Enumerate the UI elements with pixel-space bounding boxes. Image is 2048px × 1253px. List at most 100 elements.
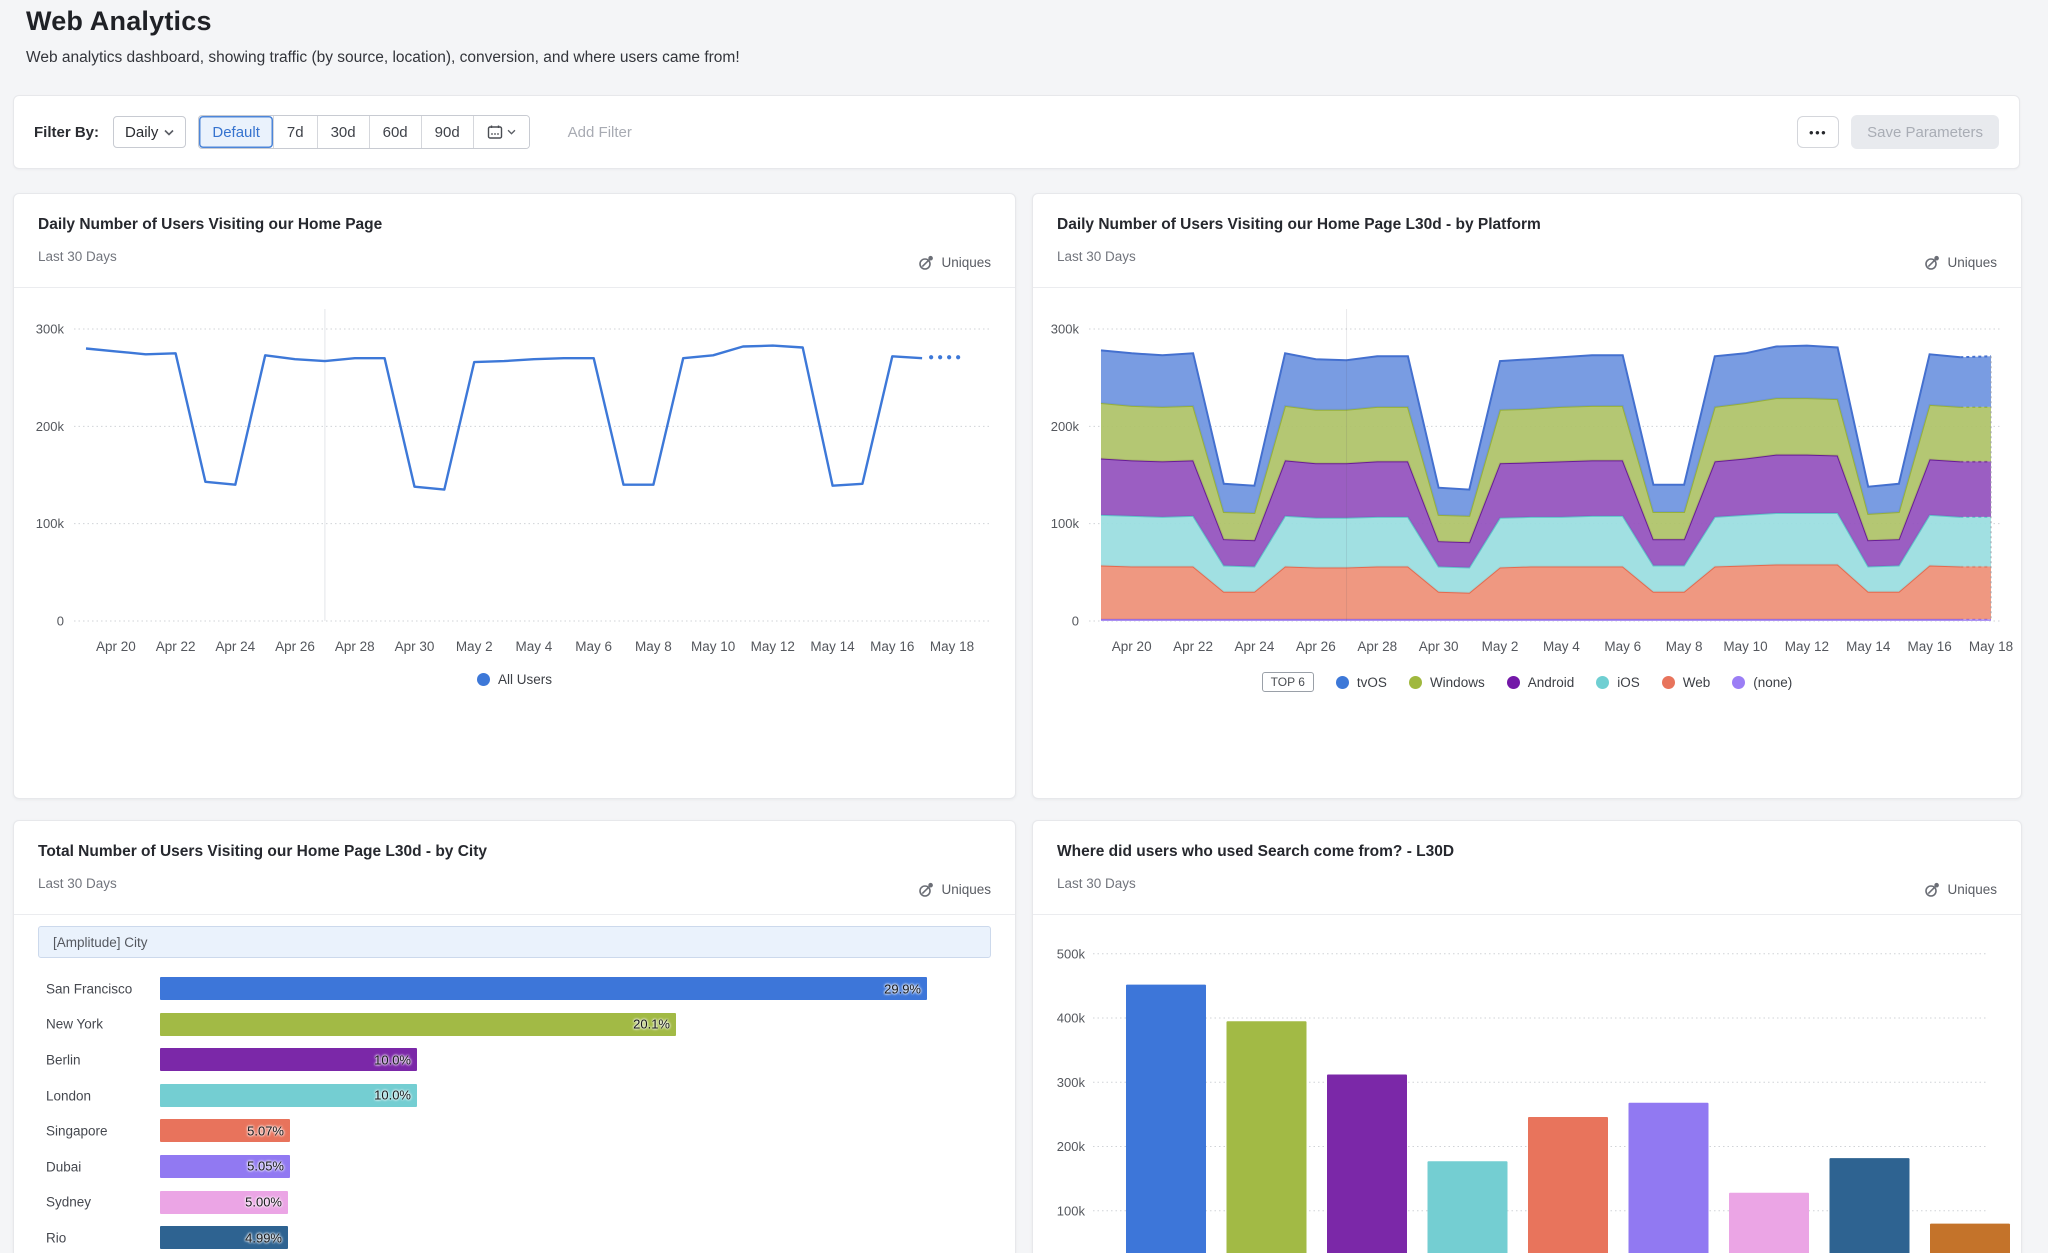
city-bar[interactable]: 10.0% [160, 1048, 417, 1071]
uniques-icon [1924, 881, 1941, 898]
svg-text:Apr 20: Apr 20 [96, 639, 136, 654]
range-button-30d[interactable]: 30d [317, 116, 369, 148]
bar-chart[interactable]: 500k400k300k200k100k [1033, 916, 2019, 1253]
city-bar[interactable]: 10.0% [160, 1084, 417, 1107]
range-button-7d[interactable]: 7d [273, 116, 317, 148]
bar-5[interactable] [1629, 1103, 1709, 1253]
chart-title[interactable]: Where did users who used Search come fro… [1057, 843, 1997, 861]
city-name: Dubai [46, 1159, 81, 1174]
legend-item-tvos[interactable]: tvOS [1336, 675, 1387, 690]
chart-period: Last 30 Days [1057, 249, 1997, 264]
city-name: New York [46, 1017, 103, 1032]
legend-dot [1732, 676, 1745, 689]
calendar-range-button[interactable] [473, 116, 529, 148]
city-bar[interactable]: 5.07% [160, 1119, 290, 1142]
svg-text:300k: 300k [1051, 322, 1080, 337]
city-bar-value: 5.00% [245, 1195, 282, 1210]
card-search-source: Where did users who used Search come fro… [1032, 820, 2022, 1253]
svg-text:May 2: May 2 [1482, 639, 1519, 654]
save-parameters-button[interactable]: Save Parameters [1851, 115, 1999, 149]
uniques-metric-toggle[interactable]: Uniques [918, 254, 991, 271]
city-bar-value: 5.07% [247, 1123, 284, 1138]
more-options-button[interactable]: ••• [1797, 116, 1839, 148]
legend-label: (none) [1753, 675, 1792, 690]
city-bar[interactable]: 5.00% [160, 1191, 288, 1214]
svg-text:May 8: May 8 [635, 639, 672, 654]
svg-text:100k: 100k [1051, 516, 1080, 531]
calendar-icon [487, 124, 503, 140]
legend-item-windows[interactable]: Windows [1409, 675, 1485, 690]
svg-text:May 2: May 2 [456, 639, 493, 654]
svg-text:Apr 24: Apr 24 [1235, 639, 1275, 654]
bar-6[interactable] [1729, 1193, 1809, 1253]
bar-0[interactable] [1126, 985, 1206, 1253]
bar-8[interactable] [1930, 1224, 2010, 1253]
svg-text:Apr 24: Apr 24 [215, 639, 255, 654]
legend-item-android[interactable]: Android [1507, 675, 1575, 690]
svg-text:0: 0 [1072, 614, 1079, 629]
range-button-default[interactable]: Default [199, 116, 273, 148]
bar-3[interactable] [1428, 1161, 1508, 1253]
svg-text:May 4: May 4 [1543, 639, 1580, 654]
city-name: Singapore [46, 1124, 108, 1139]
chart-title[interactable]: Daily Number of Users Visiting our Home … [1057, 216, 1997, 234]
city-row-london: London10.0% [14, 1078, 1015, 1114]
legend-item-ios[interactable]: iOS [1596, 675, 1640, 690]
svg-text:Apr 22: Apr 22 [1173, 639, 1213, 654]
bar-4[interactable] [1528, 1117, 1608, 1253]
city-row-new-york: New York 20.1% [14, 1007, 1015, 1043]
bar-7[interactable] [1830, 1158, 1910, 1253]
chart-legend: All Users [14, 672, 1015, 687]
chart-period: Last 30 Days [38, 249, 991, 264]
svg-text:May 16: May 16 [870, 639, 914, 654]
metric-label: Uniques [941, 882, 991, 897]
legend-dot [477, 673, 490, 686]
chevron-down-icon [164, 129, 174, 136]
svg-text:500k: 500k [1057, 946, 1086, 961]
city-row-singapore: Singapore 5.07% [14, 1113, 1015, 1149]
svg-text:May 18: May 18 [1969, 639, 2013, 654]
legend-item-all-users[interactable]: All Users [477, 672, 552, 687]
legend-item--none-[interactable]: (none) [1732, 675, 1792, 690]
line-chart[interactable]: 0100k200k300kApr 20Apr 22Apr 24Apr 26Apr… [14, 289, 1013, 672]
bar-1[interactable] [1227, 1021, 1307, 1253]
city-name: Sydney [46, 1195, 91, 1210]
legend-item-web[interactable]: Web [1662, 675, 1711, 690]
legend-dot [1662, 676, 1675, 689]
city-bar[interactable]: 29.9% [160, 977, 927, 1000]
uniques-metric-toggle[interactable]: Uniques [918, 881, 991, 898]
card-city: Total Number of Users Visiting our Home … [13, 820, 1016, 1253]
legend-label: Web [1683, 675, 1711, 690]
add-filter-button[interactable]: Add Filter [568, 124, 632, 141]
uniques-metric-toggle[interactable]: Uniques [1924, 881, 1997, 898]
chart-title[interactable]: Total Number of Users Visiting our Home … [38, 843, 991, 861]
svg-text:200k: 200k [36, 419, 65, 434]
uniques-metric-toggle[interactable]: Uniques [1924, 254, 1997, 271]
range-button-90d[interactable]: 90d [421, 116, 473, 148]
web-analytics-dashboard: Web Analytics Web analytics dashboard, s… [0, 0, 2048, 1253]
interval-dropdown[interactable]: Daily [113, 116, 186, 148]
interval-value: Daily [125, 124, 158, 141]
uniques-icon [1924, 254, 1941, 271]
bar-2[interactable] [1327, 1075, 1407, 1253]
legend-label: iOS [1617, 675, 1640, 690]
chart-title[interactable]: Daily Number of Users Visiting our Home … [38, 216, 991, 234]
metric-label: Uniques [1947, 255, 1997, 270]
city-bar-value: 10.0% [374, 1088, 411, 1103]
filter-by-label: Filter By: [34, 124, 99, 141]
uniques-icon [918, 881, 935, 898]
svg-text:May 10: May 10 [691, 639, 735, 654]
card-header: Daily Number of Users Visiting our Home … [1033, 194, 2021, 288]
city-column-header[interactable]: [Amplitude] City [38, 926, 991, 958]
city-bar-list: San Francisco29.9%New York20.1%Berlin10.… [14, 971, 1015, 1253]
city-bar[interactable]: 5.05% [160, 1155, 290, 1178]
city-name: Berlin [46, 1052, 81, 1067]
chevron-down-icon [507, 129, 516, 135]
city-bar[interactable]: 4.99% [160, 1226, 288, 1249]
stacked-area-chart[interactable]: 0100k200k300kApr 20Apr 22Apr 24Apr 26Apr… [1033, 289, 2019, 672]
card-header: Daily Number of Users Visiting our Home … [14, 194, 1015, 288]
city-bar[interactable]: 20.1% [160, 1013, 676, 1036]
range-button-60d[interactable]: 60d [369, 116, 421, 148]
city-bar-value: 5.05% [247, 1159, 284, 1174]
svg-text:200k: 200k [1057, 1139, 1086, 1154]
